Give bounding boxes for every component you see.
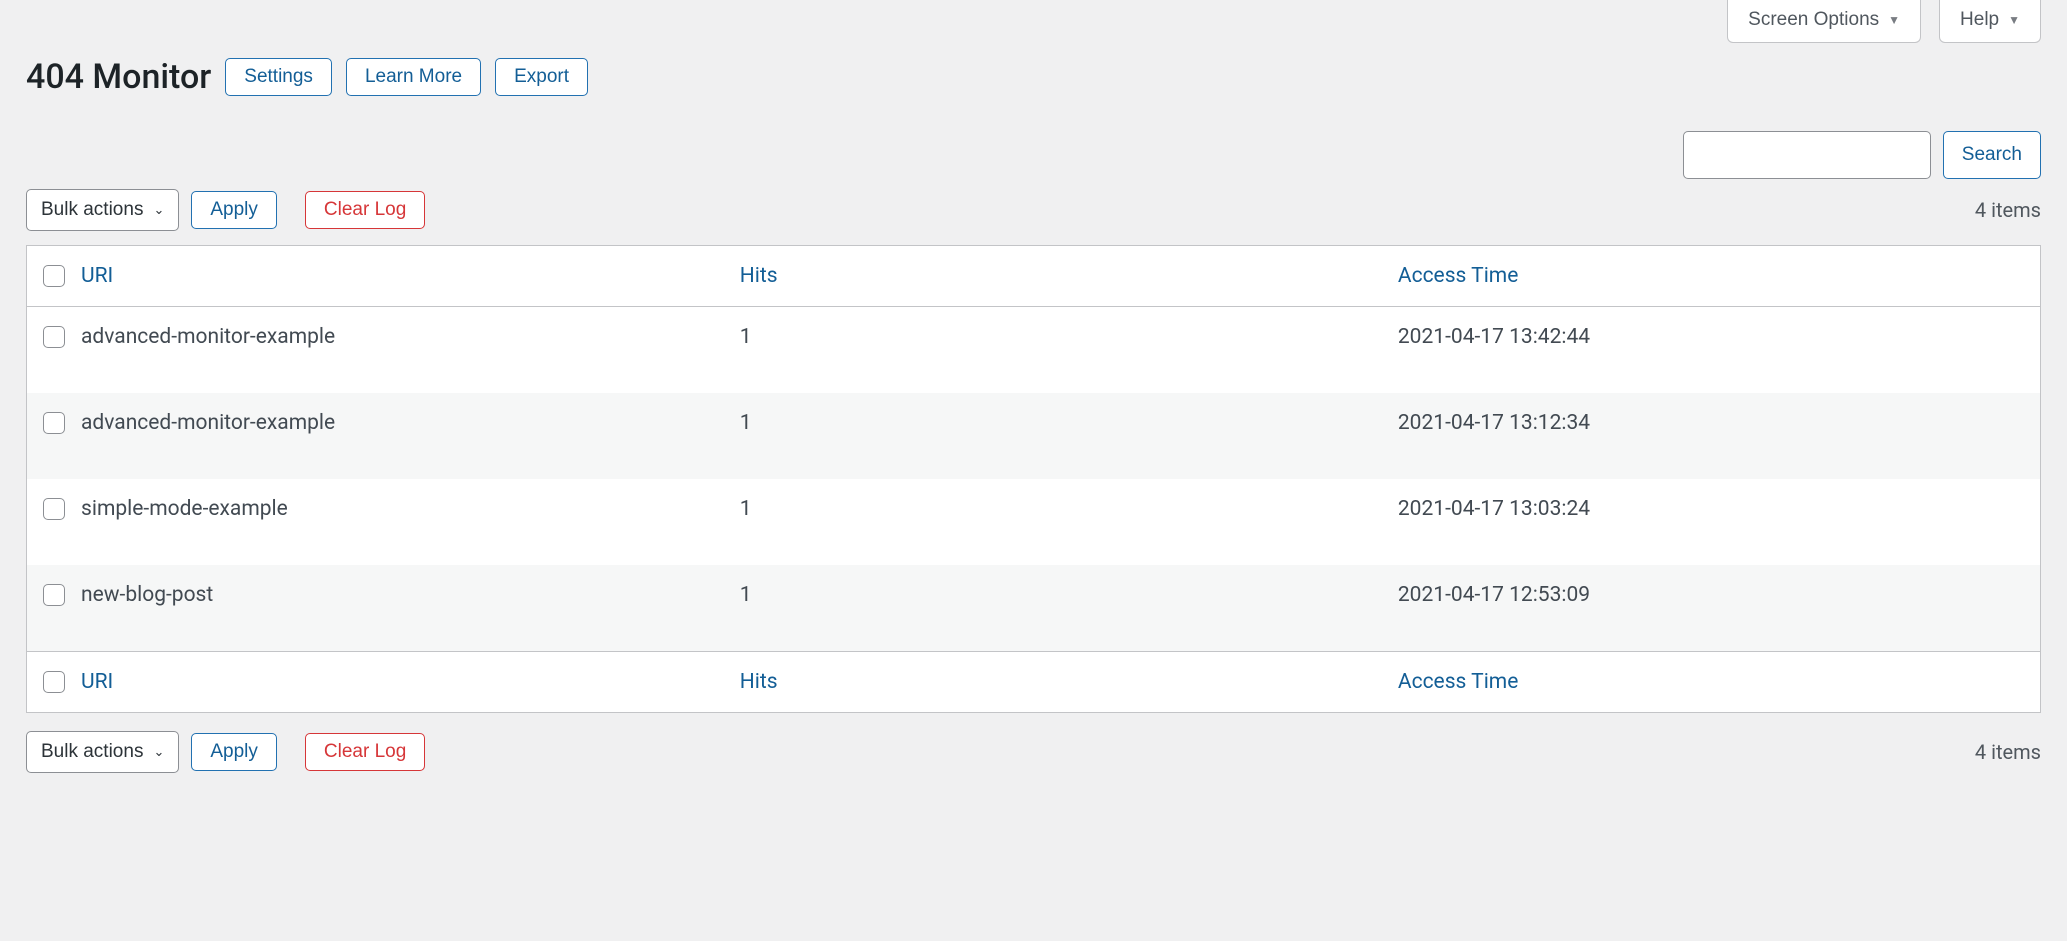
cell-access-time: 2021-04-17 13:12:34 [1382,393,2041,479]
item-count-top: 4 items [1975,198,2041,222]
cell-uri: simple-mode-example [65,479,724,565]
page-title: 404 Monitor [26,57,211,97]
row-checkbox[interactable] [43,412,65,434]
export-button[interactable]: Export [495,58,588,96]
dropdown-triangle-icon: ▼ [1888,13,1900,27]
cell-access-time: 2021-04-17 12:53:09 [1382,565,2041,652]
cell-hits: 1 [724,479,1382,565]
clear-log-button-top[interactable]: Clear Log [305,191,425,229]
column-header-uri[interactable]: URI [81,264,113,288]
bulk-actions-select-bottom[interactable]: Bulk actions ⌄ [26,731,179,773]
table-row: advanced-monitor-example12021-04-17 13:1… [27,393,2041,479]
log-table: URI Hits Access Time advanced-monitor-ex… [26,245,2041,713]
cell-uri: advanced-monitor-example [65,393,724,479]
help-label: Help [1960,9,1999,31]
screen-options-button[interactable]: Screen Options ▼ [1727,0,1921,43]
table-row: advanced-monitor-example12021-04-17 13:4… [27,307,2041,394]
row-checkbox[interactable] [43,326,65,348]
search-button[interactable]: Search [1943,131,2041,179]
screen-options-label: Screen Options [1748,9,1879,31]
apply-button-bottom[interactable]: Apply [191,733,277,771]
cell-hits: 1 [724,307,1382,394]
cell-access-time: 2021-04-17 13:03:24 [1382,479,2041,565]
row-checkbox[interactable] [43,498,65,520]
row-checkbox[interactable] [43,584,65,606]
column-footer-uri[interactable]: URI [81,670,113,694]
search-input[interactable] [1683,131,1931,179]
chevron-down-icon: ⌄ [153,202,164,218]
clear-log-button-bottom[interactable]: Clear Log [305,733,425,771]
select-all-checkbox-bottom[interactable] [43,671,65,693]
bulk-actions-label: Bulk actions [41,741,143,763]
bulk-actions-label: Bulk actions [41,199,143,221]
learn-more-button[interactable]: Learn More [346,58,481,96]
cell-uri: advanced-monitor-example [65,307,724,394]
cell-uri: new-blog-post [65,565,724,652]
chevron-down-icon: ⌄ [153,744,164,760]
table-row: simple-mode-example12021-04-17 13:03:24 [27,479,2041,565]
dropdown-triangle-icon: ▼ [2008,13,2020,27]
item-count-bottom: 4 items [1975,740,2041,764]
table-row: new-blog-post12021-04-17 12:53:09 [27,565,2041,652]
cell-access-time: 2021-04-17 13:42:44 [1382,307,2041,394]
select-all-checkbox-top[interactable] [43,265,65,287]
cell-hits: 1 [724,565,1382,652]
column-footer-time[interactable]: Access Time [1398,670,1518,694]
bulk-actions-select-top[interactable]: Bulk actions ⌄ [26,189,179,231]
column-header-hits[interactable]: Hits [740,264,778,288]
settings-button[interactable]: Settings [225,58,332,96]
help-button[interactable]: Help ▼ [1939,0,2041,43]
column-header-time[interactable]: Access Time [1398,264,1518,288]
cell-hits: 1 [724,393,1382,479]
apply-button-top[interactable]: Apply [191,191,277,229]
column-footer-hits[interactable]: Hits [740,670,778,694]
